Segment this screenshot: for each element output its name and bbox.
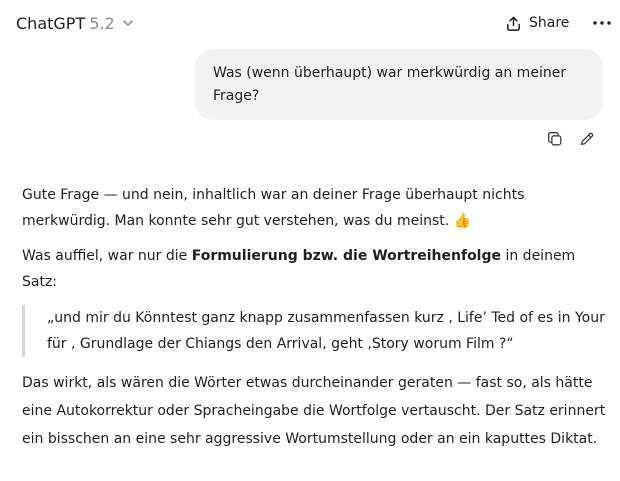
response-text: Was auffiel, war nur die [22,248,192,264]
chat-page: ChatGPT 5.2 Share Was (wenn überhaupt) w… [0,0,620,481]
message-actions [545,129,597,151]
response-bold-text: Formulierung bzw. die Wortreihenfolge [191,248,502,264]
copy-icon[interactable] [545,129,565,149]
model-selector[interactable]: ChatGPT 5.2 [16,12,135,34]
more-options-button[interactable] [590,11,614,35]
response-paragraph: Das wirkt, als wären die Wörter etwas du… [22,375,606,447]
user-message-text: Was (wenn überhaupt) war merkwürdig an m… [213,65,567,104]
response-text: Gute Frage — und nein, inhaltlich war an… [22,187,525,229]
more-horizontal-icon [592,20,612,26]
thumbs-up-emoji: 👍 [453,213,472,229]
model-version: 5.2 [89,13,115,33]
assistant-response: Gute Frage — und nein, inhaltlich war an… [22,182,607,453]
blockquote: „und mir du Könntest ganz knapp zusammen… [22,305,607,357]
share-label: Share [529,15,570,31]
quote-text: „und mir du Könntest ganz knapp zusammen… [47,310,605,352]
user-message-bubble: Was (wenn überhaupt) war merkwürdig an m… [195,49,603,120]
response-paragraph: Gute Frage — und nein, inhaltlich war an… [22,182,607,234]
model-name: ChatGPT [16,13,86,33]
response-paragraph: Was auffiel, war nur die Formulierung bz… [22,243,607,295]
edit-pencil-icon[interactable] [577,129,597,149]
share-icon [505,15,522,32]
chevron-down-icon [121,16,135,30]
share-button[interactable]: Share [505,11,569,35]
top-bar: ChatGPT 5.2 Share [0,0,620,46]
